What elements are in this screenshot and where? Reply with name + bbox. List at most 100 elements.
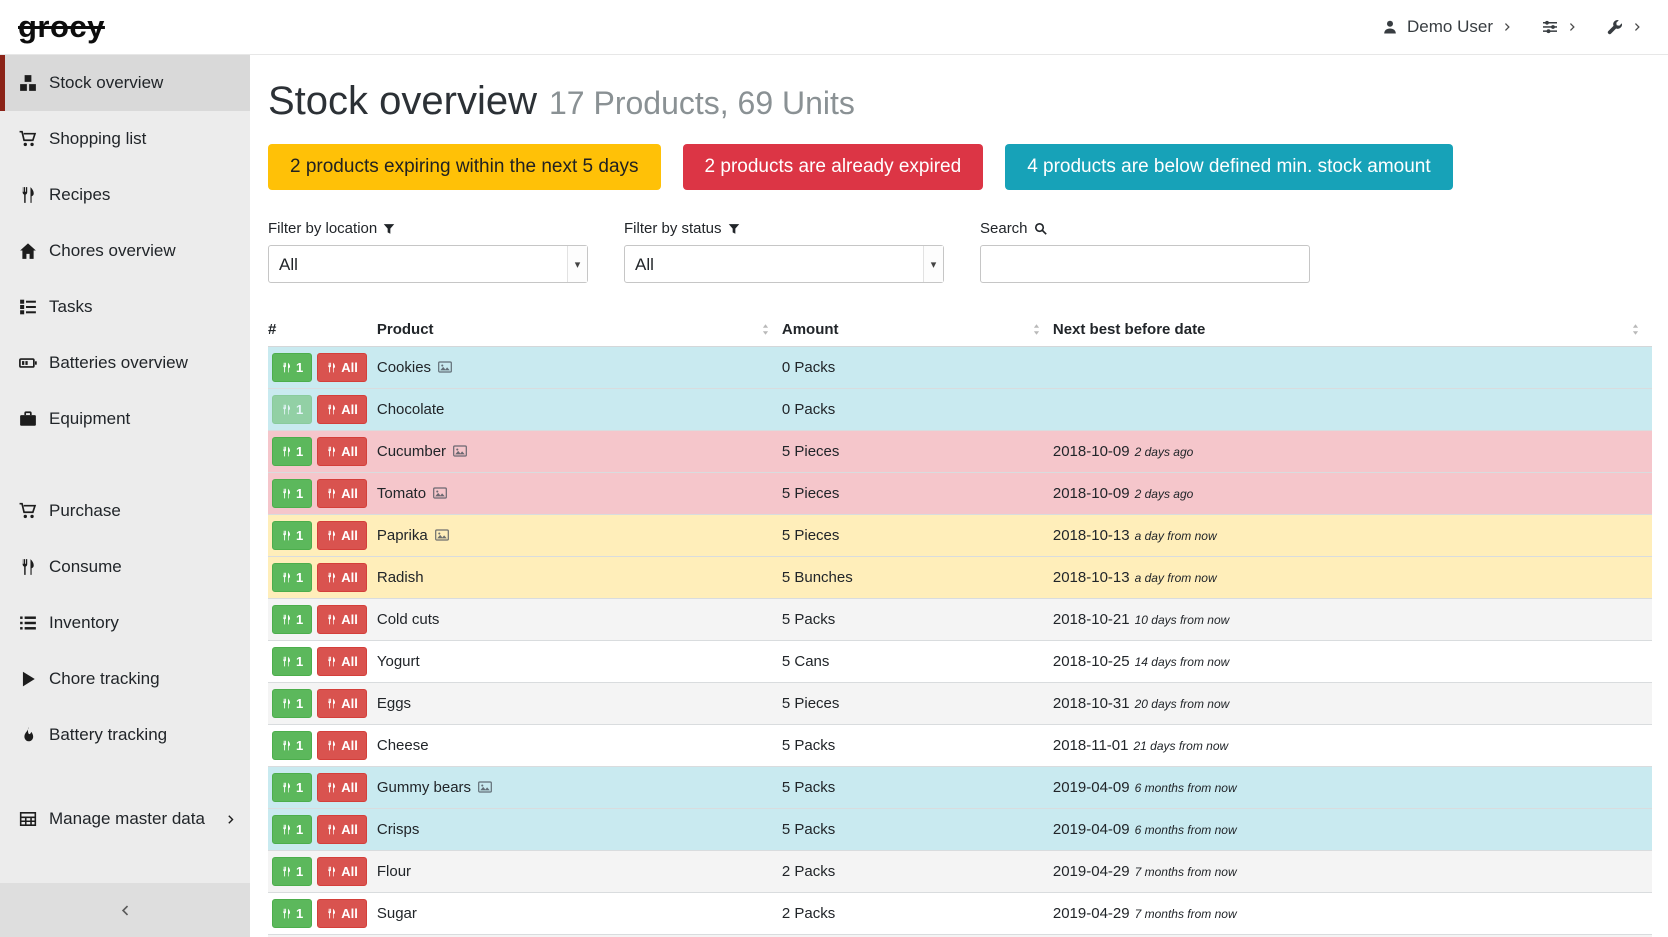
actions-cell: 1All	[268, 851, 377, 893]
consume-all-button[interactable]: All	[317, 479, 367, 508]
column-header-product[interactable]: Product	[377, 313, 782, 347]
consume-all-button[interactable]: All	[317, 563, 367, 592]
consume-one-button[interactable]: 1	[272, 479, 312, 508]
utensils-icon	[281, 403, 292, 416]
date-cell: 2018-11-0121 days from now	[1053, 725, 1652, 767]
sidebar-item-consume[interactable]: Consume	[0, 539, 250, 595]
consume-all-button[interactable]: All	[317, 731, 367, 760]
utensils-icon	[326, 865, 337, 878]
date-cell: 2019-04-096 months from now	[1053, 809, 1652, 851]
date-cell	[1053, 347, 1652, 389]
amount-cell: 0 Packs	[782, 389, 1053, 431]
flame-icon	[19, 726, 37, 744]
location-filter-select[interactable]: All	[268, 245, 588, 283]
consume-all-button[interactable]: All	[317, 605, 367, 634]
consume-one-button[interactable]: 1	[272, 437, 312, 466]
product-name: Chocolate	[377, 401, 445, 418]
consume-one-button[interactable]: 1	[272, 731, 312, 760]
consume-one-button[interactable]: 1	[272, 395, 312, 424]
status-filter-label: Filter by status	[624, 220, 944, 237]
consume-one-label: 1	[296, 444, 303, 459]
sidebar-item-inventory[interactable]: Inventory	[0, 595, 250, 651]
sidebar-item-label: Battery tracking	[49, 725, 167, 745]
sidebar-item-purchase[interactable]: Purchase	[0, 483, 250, 539]
consume-one-button[interactable]: 1	[272, 521, 312, 550]
consume-all-button[interactable]: All	[317, 773, 367, 802]
chevron-right-icon	[225, 814, 236, 825]
sidebar-item-chore-tracking[interactable]: Chore tracking	[0, 651, 250, 707]
search-input[interactable]	[980, 245, 1310, 283]
consume-one-button[interactable]: 1	[272, 605, 312, 634]
date-relative-note: 20 days from now	[1135, 697, 1230, 711]
sidebar-item-battery-tracking[interactable]: Battery tracking	[0, 707, 250, 763]
actions-cell: 1All	[268, 893, 377, 935]
sidebar-collapse-button[interactable]	[0, 883, 250, 937]
consume-one-button[interactable]: 1	[272, 857, 312, 886]
consume-one-label: 1	[296, 360, 303, 375]
product-cell: Gummy bears	[377, 767, 782, 809]
product-cell: Cucumber	[377, 431, 782, 473]
admin-menu[interactable]	[1607, 19, 1642, 35]
sidebar-item-recipes[interactable]: Recipes	[0, 167, 250, 223]
sidebar: Stock overview Shopping list RecipesChores…	[0, 55, 250, 937]
consume-all-button[interactable]: All	[317, 395, 367, 424]
consume-one-label: 1	[296, 822, 303, 837]
sidebar-item-manage-master-data[interactable]: Manage master data	[0, 791, 250, 847]
column-header-label: Amount	[782, 321, 839, 338]
consume-all-label: All	[341, 738, 358, 753]
date-relative-note: 7 months from now	[1135, 907, 1237, 921]
column-header-amount[interactable]: Amount	[782, 313, 1053, 347]
column-header-label: Product	[377, 321, 434, 338]
page-subtitle: 17 Products, 69 Units	[549, 85, 855, 122]
sidebar-item-shopping-list[interactable]: Shopping list	[0, 111, 250, 167]
product-cell: Cookies	[377, 347, 782, 389]
consume-all-button[interactable]: All	[317, 689, 367, 718]
column-header-next-best-before-date[interactable]: Next best before date	[1053, 313, 1652, 347]
app-logo[interactable]: grocy	[18, 9, 105, 45]
picture-icon	[478, 780, 492, 794]
consume-all-button[interactable]: All	[317, 521, 367, 550]
consume-one-button[interactable]: 1	[272, 647, 312, 676]
amount-cell: 5 Cans	[782, 641, 1053, 683]
actions-cell: 1All	[268, 767, 377, 809]
consume-all-button[interactable]: All	[317, 815, 367, 844]
sidebar-item-tasks[interactable]: Tasks	[0, 279, 250, 335]
product-name: Sugar	[377, 905, 417, 922]
sidebar-item-label: Shopping list	[49, 129, 146, 149]
picture-icon	[435, 528, 449, 542]
consume-all-label: All	[341, 360, 358, 375]
sidebar-item-chores-overview[interactable]: Chores overview	[0, 223, 250, 279]
consume-all-label: All	[341, 696, 358, 711]
user-menu[interactable]: Demo User	[1382, 17, 1512, 37]
utensils-icon	[326, 655, 337, 668]
product-cell: Tomato	[377, 473, 782, 515]
consume-all-button[interactable]: All	[317, 437, 367, 466]
consume-all-button[interactable]: All	[317, 647, 367, 676]
expired-alert[interactable]: 2 products are already expired	[683, 144, 984, 190]
sort-icon	[759, 323, 772, 336]
consume-one-button[interactable]: 1	[272, 899, 312, 928]
utensils-icon	[326, 739, 337, 752]
sidebar-item-batteries-overview[interactable]: Batteries overview	[0, 335, 250, 391]
utensils-icon	[326, 487, 337, 500]
consume-all-button[interactable]: All	[317, 857, 367, 886]
date-relative-note: 6 months from now	[1135, 823, 1237, 837]
date-cell: 2018-10-13a day from now	[1053, 515, 1652, 557]
below-min-stock-alert[interactable]: 4 products are below defined min. stock …	[1005, 144, 1452, 190]
consume-one-button[interactable]: 1	[272, 773, 312, 802]
consume-one-label: 1	[296, 570, 303, 585]
consume-one-button[interactable]: 1	[272, 563, 312, 592]
consume-one-button[interactable]: 1	[272, 815, 312, 844]
utensils-icon	[281, 613, 292, 626]
table-icon	[19, 810, 37, 828]
consume-one-button[interactable]: 1	[272, 689, 312, 718]
table-row: 1All Chocolate 0 Packs	[268, 389, 1652, 431]
expiring-alert[interactable]: 2 products expiring within the next 5 da…	[268, 144, 661, 190]
consume-one-button[interactable]: 1	[272, 353, 312, 382]
consume-all-button[interactable]: All	[317, 899, 367, 928]
quick-settings-menu[interactable]	[1542, 19, 1577, 35]
status-filter-select[interactable]: All	[624, 245, 944, 283]
sidebar-item-stock-overview[interactable]: Stock overview	[0, 55, 250, 111]
consume-all-button[interactable]: All	[317, 353, 367, 382]
sidebar-item-equipment[interactable]: Equipment	[0, 391, 250, 447]
